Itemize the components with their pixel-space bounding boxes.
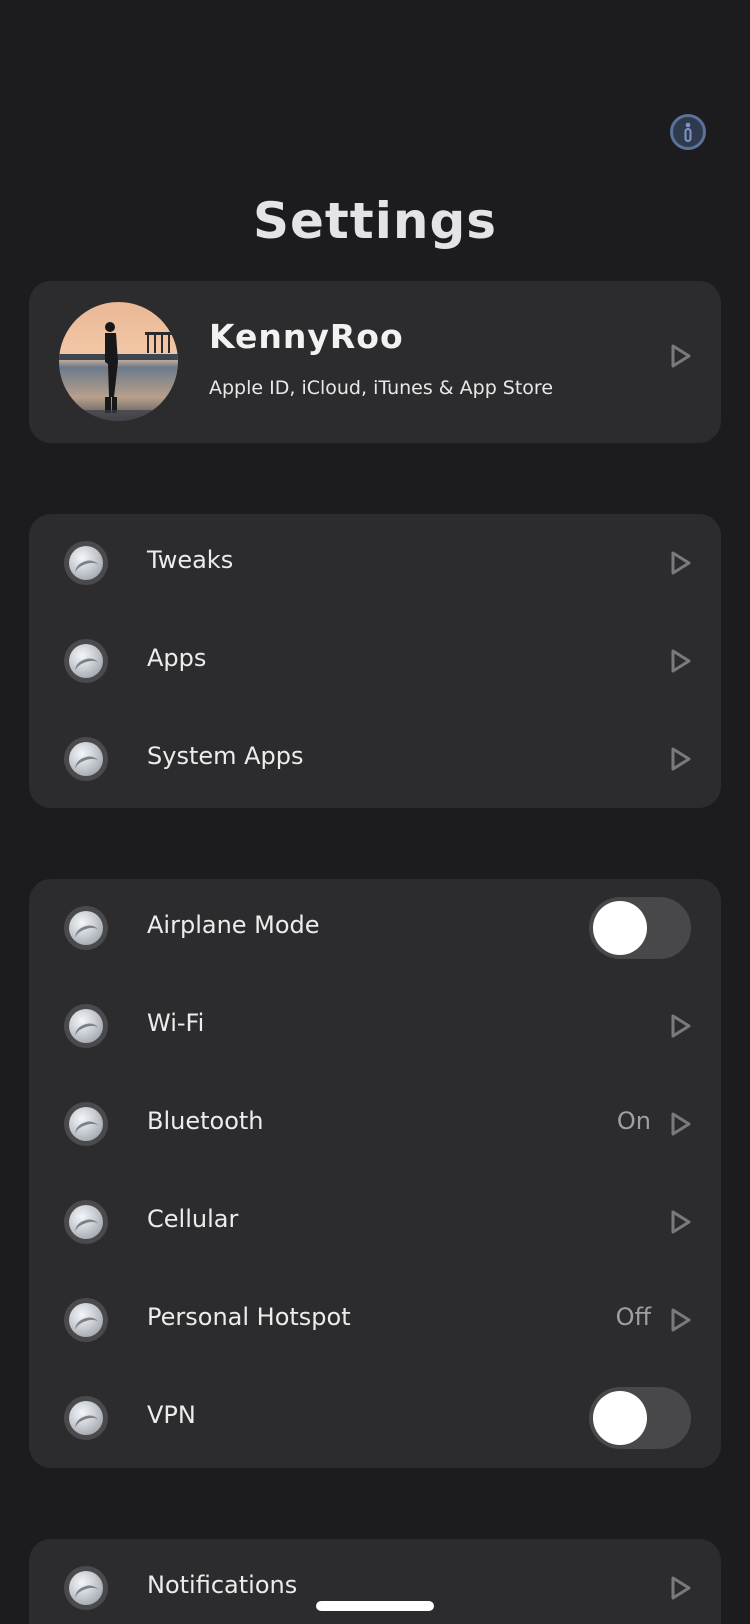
settings-orb-icon bbox=[64, 639, 108, 683]
row-cellular[interactable]: Cellular bbox=[29, 1173, 721, 1271]
vpn-toggle[interactable] bbox=[589, 1387, 691, 1449]
apps-group: Tweaks Apps System Apps bbox=[29, 514, 721, 808]
chevron-right-icon bbox=[669, 550, 693, 576]
chevron-right-icon bbox=[669, 1209, 693, 1235]
avatar bbox=[59, 302, 178, 421]
toggle-knob bbox=[593, 901, 647, 955]
row-label: Apps bbox=[147, 644, 207, 672]
bluetooth-status: On bbox=[616, 1107, 651, 1135]
settings-orb-icon bbox=[64, 737, 108, 781]
row-personal-hotspot[interactable]: Personal Hotspot Off bbox=[29, 1271, 721, 1369]
row-label: VPN bbox=[147, 1401, 196, 1429]
row-tweaks[interactable]: Tweaks bbox=[29, 514, 721, 612]
row-label: Airplane Mode bbox=[147, 911, 320, 939]
settings-orb-icon bbox=[64, 1004, 108, 1048]
row-bluetooth[interactable]: Bluetooth On bbox=[29, 1075, 721, 1173]
settings-screen: Settings KennyRoo Apple ID, iCloud, iTun… bbox=[0, 0, 750, 1624]
notifications-group: Notifications bbox=[29, 1539, 721, 1624]
settings-orb-icon bbox=[64, 906, 108, 950]
row-wifi[interactable]: Wi-Fi bbox=[29, 977, 721, 1075]
settings-orb-icon bbox=[64, 1102, 108, 1146]
airplane-mode-toggle[interactable] bbox=[589, 897, 691, 959]
row-system-apps[interactable]: System Apps bbox=[29, 710, 721, 808]
hotspot-status: Off bbox=[615, 1303, 651, 1331]
chevron-right-icon bbox=[669, 1111, 693, 1137]
chevron-right-icon bbox=[669, 1575, 693, 1601]
chevron-right-icon bbox=[669, 1013, 693, 1039]
row-airplane-mode: Airplane Mode bbox=[29, 879, 721, 977]
settings-orb-icon bbox=[64, 541, 108, 585]
settings-orb-icon bbox=[64, 1396, 108, 1440]
row-label: Notifications bbox=[147, 1571, 298, 1599]
row-label: System Apps bbox=[147, 742, 304, 770]
row-label: Tweaks bbox=[147, 546, 234, 574]
chevron-right-icon bbox=[669, 648, 693, 674]
row-label: Wi-Fi bbox=[147, 1009, 205, 1037]
row-notifications[interactable]: Notifications bbox=[29, 1539, 721, 1624]
row-label: Bluetooth bbox=[147, 1107, 264, 1135]
settings-orb-icon bbox=[64, 1298, 108, 1342]
chevron-right-icon bbox=[669, 746, 693, 772]
page-title: Settings bbox=[252, 192, 497, 250]
toggle-knob bbox=[593, 1391, 647, 1445]
info-button[interactable] bbox=[670, 114, 706, 150]
info-icon bbox=[684, 122, 692, 142]
home-indicator[interactable] bbox=[316, 1601, 434, 1611]
profile-card[interactable]: KennyRoo Apple ID, iCloud, iTunes & App … bbox=[29, 281, 721, 443]
profile-subtitle: Apple ID, iCloud, iTunes & App Store bbox=[209, 377, 554, 399]
chevron-right-icon bbox=[669, 1307, 693, 1333]
connectivity-group: Airplane Mode Wi-Fi Bluetooth On Cellula… bbox=[29, 879, 721, 1468]
row-vpn: VPN bbox=[29, 1369, 721, 1467]
chevron-right-icon bbox=[669, 343, 693, 369]
settings-orb-icon bbox=[64, 1200, 108, 1244]
settings-orb-icon bbox=[64, 1566, 108, 1610]
row-label: Personal Hotspot bbox=[147, 1303, 351, 1331]
row-label: Cellular bbox=[147, 1205, 239, 1233]
row-apps[interactable]: Apps bbox=[29, 612, 721, 710]
profile-name: KennyRoo bbox=[209, 317, 404, 356]
